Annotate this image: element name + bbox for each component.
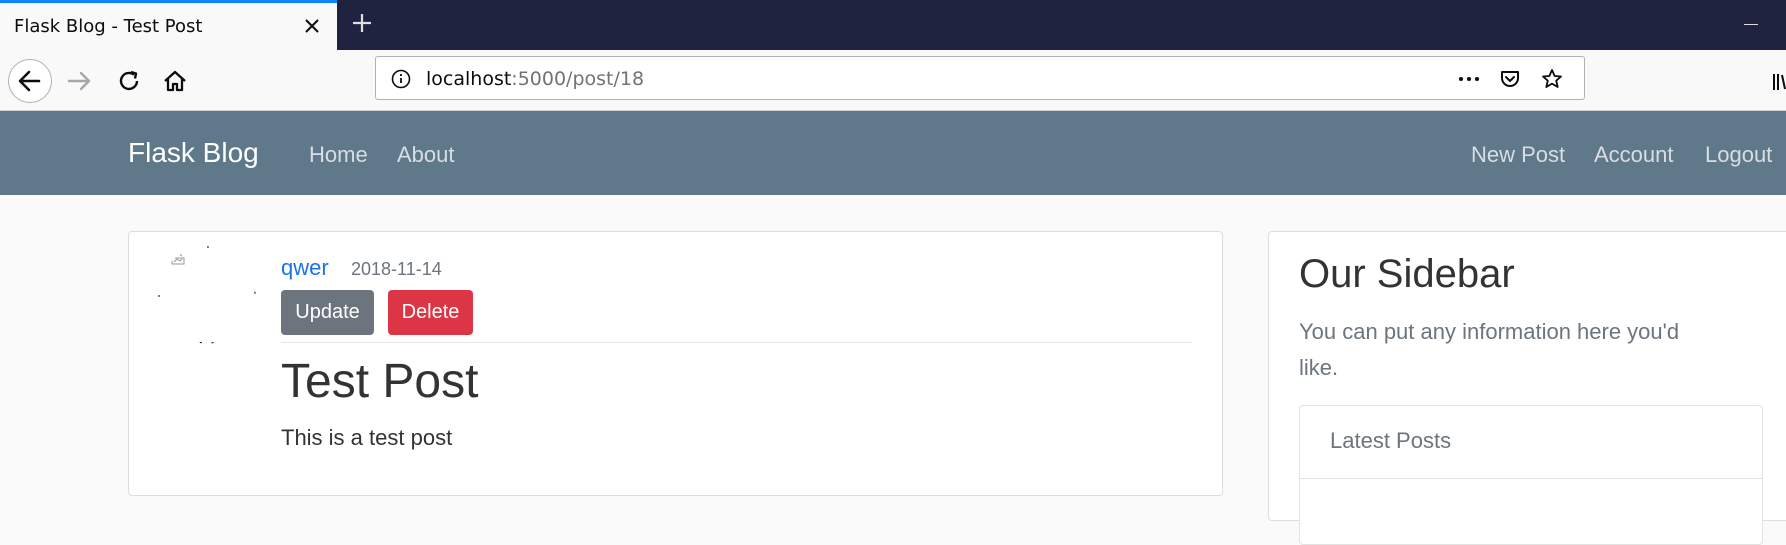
library-icon[interactable] bbox=[1772, 71, 1786, 93]
url-path: :5000/post/18 bbox=[511, 68, 645, 90]
url-host: localhost bbox=[426, 68, 512, 90]
nav-new-post-link[interactable]: New Post bbox=[1471, 142, 1565, 168]
back-button[interactable] bbox=[8, 59, 52, 103]
nav-logout-link[interactable]: Logout bbox=[1705, 142, 1772, 168]
list-item[interactable]: Latest Posts bbox=[1330, 428, 1451, 454]
forward-button[interactable] bbox=[60, 61, 100, 101]
back-arrow-icon bbox=[18, 70, 41, 92]
sidebar-list: Latest Posts bbox=[1299, 405, 1763, 545]
update-post-button[interactable]: Update bbox=[281, 290, 374, 335]
site-navbar: Flask Blog Home About New Post Account L… bbox=[0, 111, 1786, 195]
divider bbox=[1300, 478, 1762, 479]
pocket-icon[interactable] bbox=[1498, 67, 1522, 91]
browser-tab[interactable]: Flask Blog - Test Post bbox=[0, 0, 337, 50]
page-actions bbox=[1456, 67, 1566, 91]
url-bar[interactable]: localhost:5000/post/18 bbox=[375, 56, 1585, 100]
browser-tab-strip: Flask Blog - Test Post bbox=[0, 0, 1786, 50]
site-info-icon[interactable] bbox=[390, 68, 412, 90]
divider bbox=[281, 342, 1192, 343]
minimize-window-icon[interactable] bbox=[1744, 24, 1758, 25]
delete-post-button[interactable]: Delete bbox=[388, 290, 473, 335]
tab-title: Flask Blog - Test Post bbox=[14, 16, 203, 37]
reload-icon bbox=[119, 70, 139, 91]
sidebar-text: You can put any information here you'd l… bbox=[1299, 319, 1680, 380]
more-actions-icon[interactable] bbox=[1456, 67, 1482, 91]
brand-link[interactable]: Flask Blog bbox=[128, 137, 259, 169]
post-card: qwer 2018-11-14 Update Delete Test Post … bbox=[128, 231, 1223, 496]
nav-home-link[interactable]: Home bbox=[309, 142, 368, 168]
new-tab-icon[interactable] bbox=[350, 11, 374, 35]
home-button[interactable] bbox=[155, 61, 195, 101]
close-tab-icon[interactable] bbox=[301, 15, 323, 37]
nav-about-link[interactable]: About bbox=[397, 142, 455, 168]
browser-toolbar: localhost:5000/post/18 bbox=[0, 50, 1786, 111]
post-title: Test Post bbox=[281, 355, 479, 408]
broken-image-icon bbox=[158, 246, 256, 344]
sidebar-title: Our Sidebar bbox=[1299, 252, 1515, 296]
avatar bbox=[158, 246, 256, 344]
url-text: localhost:5000/post/18 bbox=[426, 68, 644, 90]
home-icon bbox=[164, 70, 186, 92]
post-author-link[interactable]: qwer bbox=[281, 255, 329, 281]
sidebar: Our Sidebar You can put any information … bbox=[1268, 231, 1786, 545]
forward-arrow-icon bbox=[67, 71, 91, 91]
post-content: This is a test post bbox=[281, 425, 453, 450]
bookmark-star-icon[interactable] bbox=[1540, 67, 1564, 91]
post-date: 2018-11-14 bbox=[351, 259, 442, 279]
reload-button[interactable] bbox=[109, 61, 149, 101]
nav-account-link[interactable]: Account bbox=[1594, 142, 1674, 168]
